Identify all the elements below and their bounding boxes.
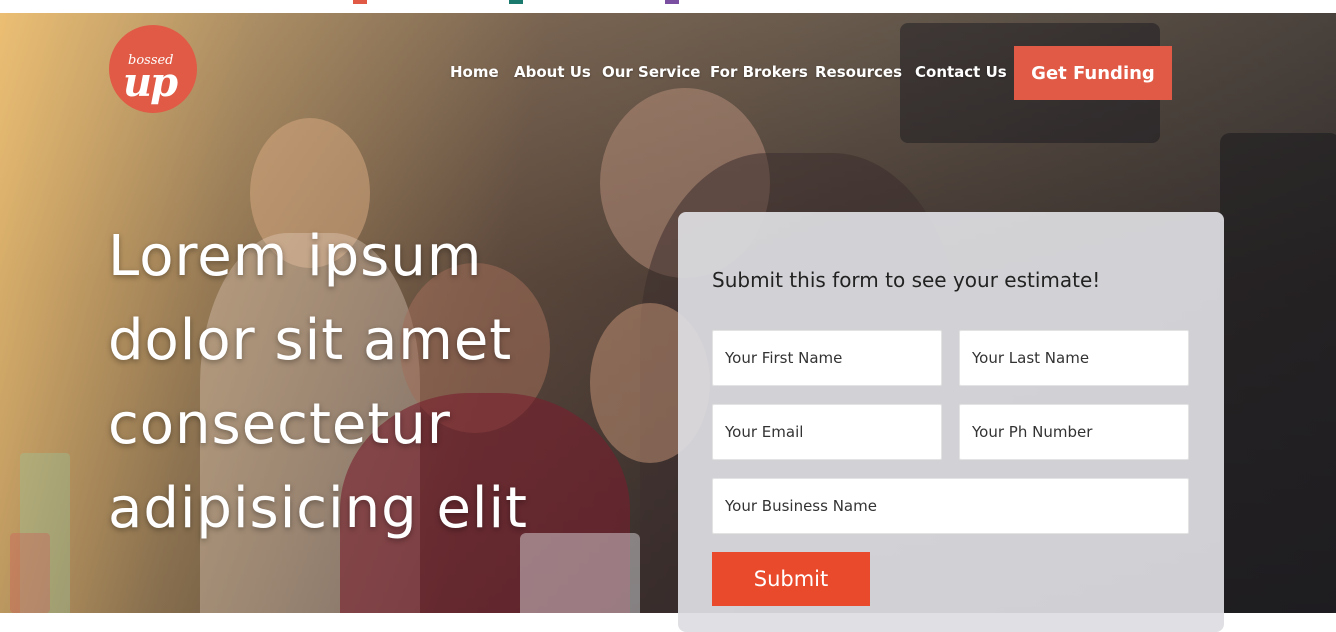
form-title: Submit this form to see your estimate! <box>712 268 1101 292</box>
get-funding-button[interactable]: Get Funding <box>1014 46 1172 100</box>
hero-headline-line: adipisicing elit <box>108 476 528 541</box>
nav-item-resources[interactable]: Resources <box>815 63 902 81</box>
submit-button[interactable]: Submit <box>712 552 870 606</box>
hero-headline: Lorem ipsum dolor sit amet consectetur a… <box>108 215 628 551</box>
last-name-input[interactable] <box>959 330 1189 386</box>
nav-item-our-service[interactable]: Our Service <box>602 63 700 81</box>
business-name-input[interactable] <box>712 478 1189 534</box>
nav-item-contact-us[interactable]: Contact Us <box>915 63 1007 81</box>
top-strip <box>0 0 1336 13</box>
estimate-form: Submit this form to see your estimate! S… <box>678 212 1224 632</box>
hero-headline-line: dolor sit amet <box>108 308 513 373</box>
top-strip-marker <box>509 0 523 4</box>
hero-headline-line: consectetur <box>108 392 451 457</box>
email-input[interactable] <box>712 404 942 460</box>
phone-number-input[interactable] <box>959 404 1189 460</box>
hero-headline-line: Lorem ipsum <box>108 224 483 289</box>
nav-item-about-us[interactable]: About Us <box>514 63 591 81</box>
nav-item-home[interactable]: Home <box>450 63 499 81</box>
nav-item-for-brokers[interactable]: For Brokers <box>710 63 808 81</box>
first-name-input[interactable] <box>712 330 942 386</box>
top-strip-marker <box>353 0 367 4</box>
top-strip-marker <box>665 0 679 4</box>
hero-photo-shape <box>1220 133 1336 613</box>
site-logo[interactable]: bossed up <box>109 25 197 113</box>
hero-photo-shape <box>10 533 50 613</box>
logo-text-large: up <box>123 59 178 106</box>
